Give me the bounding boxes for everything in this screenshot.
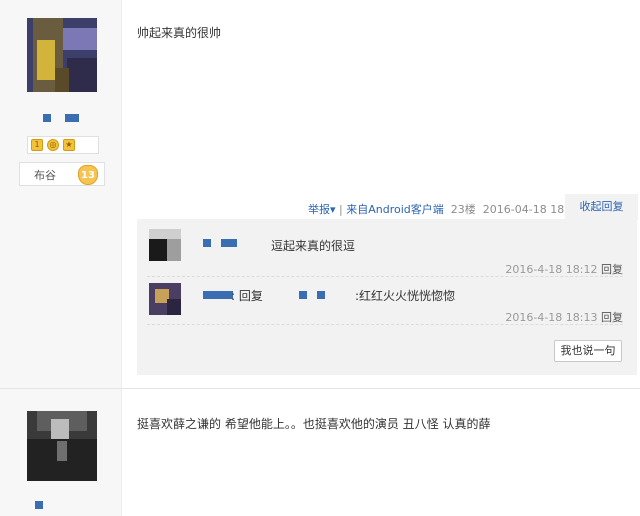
reply-target-redacted[interactable] xyxy=(317,291,325,299)
reply-panel: 逗起来真的很逗 2016-4-18 18:12 回复 : 回复 :红红火火恍恍惚… xyxy=(137,219,637,375)
reply-username-redacted[interactable] xyxy=(203,291,233,299)
reply-meta: 2016-4-18 18:13 回复 xyxy=(505,309,623,325)
post-content: 挺喜欢薛之谦的 希望他能上。。也挺喜欢他的演员 丑八怪 认真的薛 xyxy=(137,417,491,431)
reply-username-redacted[interactable] xyxy=(203,239,211,247)
post-next: 挺喜欢薛之谦的 希望他能上。。也挺喜欢他的演员 丑八怪 认真的薛 xyxy=(0,388,640,516)
reply-avatar[interactable] xyxy=(149,229,181,261)
reply-item: : 回复 :红红火火恍恍惚惚 2016-4-18 18:13 回复 xyxy=(147,281,623,325)
user-avatar[interactable] xyxy=(27,18,97,92)
meta-separator: | xyxy=(339,203,343,216)
user-avatar[interactable] xyxy=(27,411,97,481)
username-redacted[interactable] xyxy=(35,501,43,509)
reply-item: 逗起来真的很逗 2016-4-18 18:12 回复 xyxy=(147,225,623,277)
reply-text: :红红火火恍恍惚惚 xyxy=(355,289,456,303)
level-name: 布谷 xyxy=(34,169,56,182)
reply-link[interactable]: 回复 xyxy=(601,311,623,324)
user-sidebar: 1 ◎ ★ 布谷 13 xyxy=(0,0,122,388)
post-meta: 举报▾ | 来自Android客户端 23楼 2016-04-18 18:09 xyxy=(308,201,582,217)
reply-text: 逗起来真的很逗 xyxy=(271,239,356,253)
reply-username-redacted[interactable] xyxy=(221,239,237,247)
badge-icon[interactable]: ★ xyxy=(63,139,75,151)
badge-row: 1 ◎ ★ xyxy=(27,136,99,154)
post-content: 帅起来真的很帅 xyxy=(137,26,222,40)
member-level[interactable]: 布谷 13 xyxy=(19,162,105,186)
coin-icon[interactable]: ◎ xyxy=(47,139,59,151)
reply-prefix: : 回复 xyxy=(231,289,263,303)
floor-number: 23楼 xyxy=(450,203,476,216)
report-link[interactable]: 举报▾ xyxy=(308,203,336,216)
reply-datetime: 2016-4-18 18:12 xyxy=(505,263,598,276)
reply-avatar[interactable] xyxy=(149,283,181,315)
username-redacted[interactable] xyxy=(43,114,83,124)
reply-datetime: 2016-4-18 18:13 xyxy=(505,311,598,324)
badge-icon[interactable]: 1 xyxy=(31,139,43,151)
reply-meta: 2016-4-18 18:12 回复 xyxy=(505,261,623,277)
say-something-button[interactable]: 我也说一句 xyxy=(554,340,622,362)
user-sidebar xyxy=(0,389,122,516)
collapse-replies-button[interactable]: 收起回复 xyxy=(565,194,638,220)
reply-link[interactable]: 回复 xyxy=(601,263,623,276)
chevron-down-icon: ▾ xyxy=(330,203,336,216)
client-source-link[interactable]: 来自Android客户端 xyxy=(346,203,444,216)
level-number-badge: 13 xyxy=(78,165,98,185)
post-floor-23: 1 ◎ ★ 布谷 13 帅起来真的很帅 举报▾ | 来自Android客户端 2… xyxy=(0,0,640,388)
reply-target-redacted[interactable] xyxy=(299,291,307,299)
